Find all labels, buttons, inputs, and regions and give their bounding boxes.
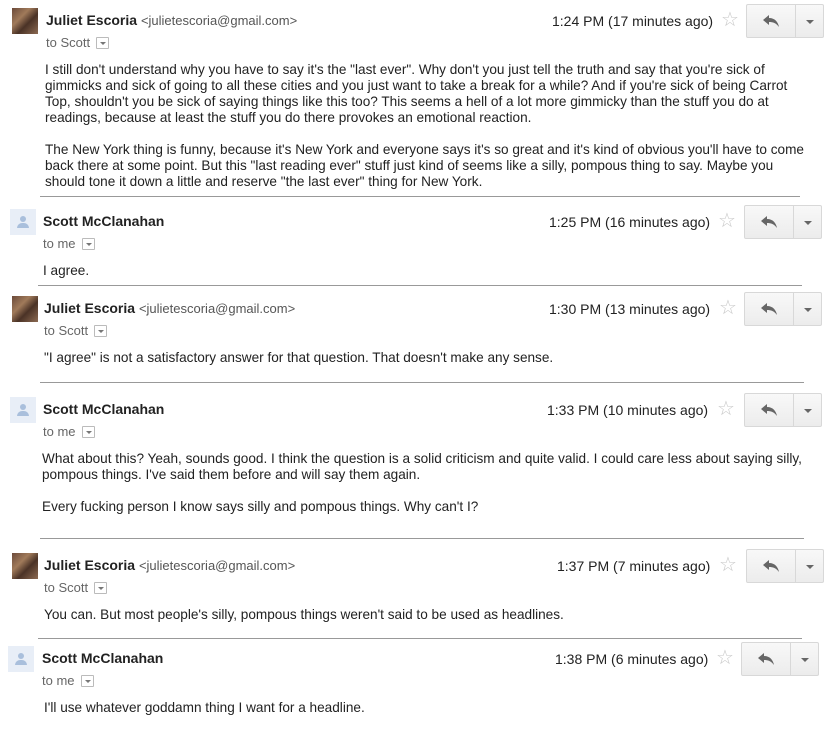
reply-button[interactable] (744, 292, 794, 326)
star-icon[interactable]: ☆ (717, 399, 735, 419)
reply-icon (763, 560, 779, 572)
message-divider (40, 196, 800, 197)
sender-name[interactable]: Scott McClanahan (42, 650, 163, 666)
recipient-line[interactable]: to me (43, 236, 95, 251)
message-body: "I agree" is not a satisfactory answer f… (44, 350, 809, 366)
sender-name[interactable]: Scott McClanahan (43, 213, 164, 229)
star-icon[interactable]: ☆ (719, 298, 737, 318)
recipient-line[interactable]: to me (43, 424, 95, 439)
sender-avatar (12, 296, 38, 322)
message-paragraph: "I agree" is not a satisfactory answer f… (44, 350, 554, 365)
sender-name[interactable]: Juliet Escoria <julietescoria@gmail.com> (46, 12, 297, 28)
message-time: 1:37 PM (7 minutes ago) (557, 558, 711, 574)
message-paragraph: Every fucking person I know says silly a… (42, 499, 479, 514)
sender-email: <julietescoria@gmail.com> (138, 301, 296, 316)
more-options-button[interactable] (791, 642, 819, 676)
message: Juliet Escoria <julietescoria@gmail.com>… (0, 2, 838, 194)
default-avatar-icon (10, 397, 36, 423)
sender-avatar (12, 8, 38, 34)
message-time: 1:33 PM (10 minutes ago) (547, 402, 709, 418)
message-body: You can. But most people's silly, pompou… (44, 607, 809, 623)
recipient-line[interactable]: to Scott (44, 323, 108, 338)
message-body: What about this? Yeah, sounds good. I th… (42, 451, 807, 515)
details-dropdown-icon[interactable] (94, 581, 108, 594)
recipient-line[interactable]: to me (42, 673, 94, 688)
message-paragraph: I agree. (43, 263, 90, 278)
sender-avatar (12, 553, 38, 579)
more-options-button[interactable] (794, 205, 822, 239)
reply-icon (761, 216, 777, 228)
message-paragraph: The New York thing is funny, because it'… (45, 142, 804, 189)
message-paragraph: What about this? Yeah, sounds good. I th… (42, 451, 802, 482)
star-icon[interactable]: ☆ (721, 10, 739, 30)
details-dropdown-icon[interactable] (94, 324, 108, 337)
default-avatar-icon (10, 209, 36, 235)
recipient-line[interactable]: to Scott (46, 35, 110, 50)
message-time: 1:38 PM (6 minutes ago) (555, 651, 709, 667)
message-body: I agree. (43, 263, 808, 279)
more-options-button[interactable] (794, 393, 822, 427)
reply-button[interactable] (746, 549, 796, 583)
message-divider (40, 538, 804, 539)
sender-email: <julietescoria@gmail.com> (138, 558, 296, 573)
message-divider (38, 285, 802, 286)
sender-name[interactable]: Juliet Escoria <julietescoria@gmail.com> (44, 300, 295, 316)
more-options-button[interactable] (796, 549, 824, 583)
default-avatar-icon (8, 646, 34, 672)
message: Scott McClanahan to me 1:25 PM (16 minut… (0, 203, 838, 285)
email-thread: Juliet Escoria <julietescoria@gmail.com>… (0, 0, 838, 742)
reply-button[interactable] (744, 205, 794, 239)
message-paragraph: You can. But most people's silly, pompou… (44, 607, 564, 622)
message: Juliet Escoria <julietescoria@gmail.com>… (0, 547, 838, 637)
recipient-line[interactable]: to Scott (44, 580, 108, 595)
details-dropdown-icon[interactable] (81, 425, 95, 438)
message-body: I still don't understand why you have to… (45, 62, 810, 190)
sender-name[interactable]: Scott McClanahan (43, 401, 164, 417)
message: Scott McClanahan to me 1:38 PM (6 minute… (0, 640, 838, 740)
message-divider (38, 638, 802, 639)
star-icon[interactable]: ☆ (719, 555, 737, 575)
message-time: 1:25 PM (16 minutes ago) (549, 214, 711, 230)
details-dropdown-icon[interactable] (80, 674, 94, 687)
details-dropdown-icon[interactable] (81, 237, 95, 250)
reply-icon (758, 653, 774, 665)
star-icon[interactable]: ☆ (716, 648, 734, 668)
more-options-button[interactable] (794, 292, 822, 326)
sender-name[interactable]: Juliet Escoria <julietescoria@gmail.com> (44, 557, 295, 573)
sender-email: <julietescoria@gmail.com> (140, 13, 298, 28)
message-paragraph: I'll use whatever goddamn thing I want f… (44, 700, 365, 715)
message-paragraph: I still don't understand why you have to… (45, 62, 788, 125)
message: Scott McClanahan to me 1:33 PM (10 minut… (0, 391, 838, 536)
reply-button[interactable] (744, 393, 794, 427)
reply-button[interactable] (746, 4, 796, 38)
star-icon[interactable]: ☆ (718, 211, 736, 231)
message: Juliet Escoria <julietescoria@gmail.com>… (0, 290, 838, 380)
details-dropdown-icon[interactable] (96, 36, 110, 49)
message-time: 1:30 PM (13 minutes ago) (549, 301, 711, 317)
message-time: 1:24 PM (17 minutes ago) (552, 13, 714, 29)
reply-icon (761, 303, 777, 315)
reply-icon (763, 15, 779, 27)
message-divider (40, 382, 804, 383)
reply-icon (761, 404, 777, 416)
reply-button[interactable] (741, 642, 791, 676)
message-body: I'll use whatever goddamn thing I want f… (44, 700, 809, 716)
more-options-button[interactable] (796, 4, 824, 38)
